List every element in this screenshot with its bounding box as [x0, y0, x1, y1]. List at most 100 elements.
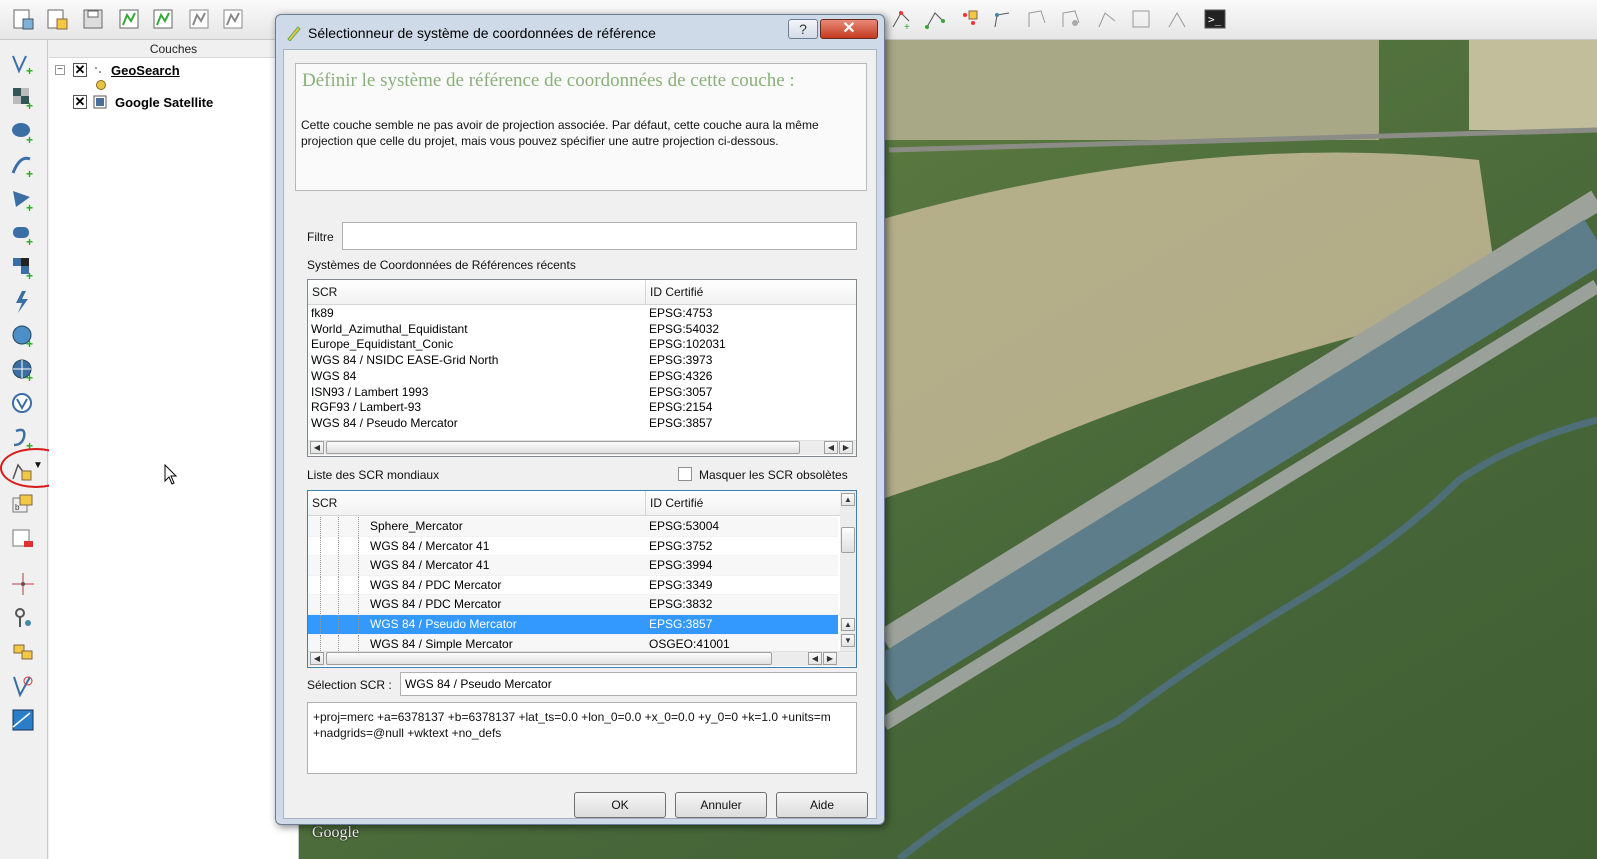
- edit-node-icon[interactable]: [922, 6, 948, 32]
- add-delimited-text-layer-icon[interactable]: [8, 390, 38, 418]
- recent-crs-row[interactable]: WGS 84 / Pseudo Mercator EPSG:3857: [308, 416, 856, 432]
- node-tool-icon[interactable]: [8, 604, 38, 632]
- scrollbar-thumb[interactable]: [841, 527, 855, 553]
- new-project-icon[interactable]: [10, 6, 36, 32]
- layer-visibility-checkbox[interactable]: ✕: [73, 63, 87, 77]
- column-header-id[interactable]: ID Certifié: [646, 280, 856, 305]
- georeferencer-icon[interactable]: [8, 706, 38, 734]
- world-crs-row[interactable]: WGS 84 / PDC Mercator EPSG:3349: [308, 575, 838, 596]
- remove-layer-icon[interactable]: [8, 526, 38, 554]
- crs-name: Sphere_Mercator: [370, 519, 463, 533]
- add-raster-layer-icon[interactable]: +: [8, 84, 38, 112]
- scrollbar-thumb[interactable]: [326, 441, 800, 454]
- world-crs-row[interactable]: WGS 84 / PDC Mercator EPSG:3832: [308, 595, 838, 615]
- tree-guide: [338, 536, 339, 556]
- recent-crs-row[interactable]: fk89 EPSG:4753: [308, 306, 856, 322]
- scroll-up-icon[interactable]: ▲: [841, 618, 855, 631]
- horizontal-scrollbar[interactable]: ◀ ◀ ▶: [308, 440, 856, 455]
- move-label-icon[interactable]: [8, 638, 38, 666]
- add-spatialite-layer-icon[interactable]: +: [8, 152, 38, 180]
- add-oracle-layer-icon[interactable]: +: [8, 220, 38, 248]
- tree-guide: [358, 536, 359, 556]
- tree-guide: [358, 556, 359, 575]
- new-spatialite-layer-icon[interactable]: b: [8, 492, 38, 520]
- world-crs-row[interactable]: WGS 84 / Mercator 41 EPSG:3994: [308, 556, 838, 576]
- python-console-icon[interactable]: >_: [1202, 6, 1228, 32]
- layer-google-satellite[interactable]: ✕ Google Satellite: [55, 92, 213, 112]
- scroll-down-icon[interactable]: ▼: [841, 634, 855, 647]
- digitize-tool-icon[interactable]: [8, 672, 38, 700]
- chevron-down-icon[interactable]: ▼: [33, 460, 43, 471]
- filter-label: Filtre: [307, 230, 334, 244]
- scroll-left-icon[interactable]: ◀: [310, 652, 324, 665]
- world-crs-row[interactable]: Sphere_Mercator EPSG:53004: [308, 517, 838, 537]
- column-header-id[interactable]: ID Certifié: [646, 491, 842, 516]
- crs-id: EPSG:4326: [649, 368, 713, 383]
- world-crs-row[interactable]: WGS 84 / Simple Mercator OSGEO:41001: [308, 634, 838, 651]
- recent-crs-row[interactable]: Europe_Equidistant_Conic EPSG:102031: [308, 337, 856, 353]
- svg-text:+: +: [26, 269, 33, 281]
- rotate-symbols-icon[interactable]: [1094, 6, 1120, 32]
- scroll-left-icon[interactable]: ◀: [824, 441, 838, 454]
- add-postgis-layer-icon[interactable]: +: [8, 118, 38, 146]
- simplify-icon[interactable]: [1164, 6, 1190, 32]
- scroll-left-icon[interactable]: ◀: [808, 652, 822, 665]
- recent-crs-row[interactable]: WGS 84 / NSIDC EASE-Grid North EPSG:3973: [308, 353, 856, 369]
- recent-crs-row[interactable]: WGS 84 EPSG:4326: [308, 369, 856, 385]
- world-crs-row[interactable]: WGS 84 / Pseudo Mercator EPSG:3857: [308, 615, 838, 635]
- move-node-icon[interactable]: [956, 6, 982, 32]
- dialog-titlebar[interactable]: Sélectionneur de système de coordonnées …: [276, 15, 884, 49]
- scroll-right-icon[interactable]: ▶: [839, 441, 853, 454]
- layer-geosearch[interactable]: − ✕ GeoSearch: [55, 60, 180, 80]
- scroll-up-icon[interactable]: ▲: [841, 493, 855, 506]
- split-features-icon[interactable]: [1024, 6, 1050, 32]
- layer-visibility-checkbox[interactable]: ✕: [73, 95, 87, 109]
- column-header-scr[interactable]: SCR: [308, 491, 646, 516]
- reshape-icon[interactable]: [990, 6, 1016, 32]
- vertical-scrollbar[interactable]: ▲ ▲ ▼: [840, 491, 856, 651]
- recent-crs-row[interactable]: World_Azimuthal_Equidistant EPSG:54032: [308, 322, 856, 338]
- crs-name: WGS 84: [311, 368, 357, 383]
- scrollbar-thumb[interactable]: [326, 652, 772, 665]
- add-db2-layer-icon[interactable]: +: [8, 254, 38, 282]
- crs-name: WGS 84 / PDC Mercator: [370, 597, 502, 612]
- help-button[interactable]: Aide: [776, 792, 868, 818]
- save-project-icon[interactable]: [80, 6, 106, 32]
- intro-panel: Définir le système de référence de coord…: [295, 63, 867, 191]
- cancel-button[interactable]: Annuler: [675, 792, 767, 818]
- filter-input[interactable]: [342, 222, 857, 250]
- layers-panel: Couches − ✕ GeoSearch ✕ Google Satellite: [49, 40, 299, 859]
- add-vector-layer-icon[interactable]: +: [8, 50, 38, 78]
- scroll-left-icon[interactable]: ◀: [310, 441, 324, 454]
- crs-name: RGF93 / Lambert-93: [311, 400, 422, 415]
- merge-features-icon[interactable]: [1058, 6, 1084, 32]
- help-icon[interactable]: ?: [788, 19, 818, 39]
- ok-button[interactable]: OK: [574, 792, 666, 818]
- add-virtual-layer-icon[interactable]: +: [8, 424, 38, 452]
- add-node-icon[interactable]: +: [888, 6, 914, 32]
- pan-crosshair-icon[interactable]: [8, 570, 38, 598]
- add-wms-layer-icon[interactable]: [8, 288, 38, 316]
- world-crs-row[interactable]: WGS 84 / Mercator 41 EPSG:3752: [308, 536, 838, 557]
- add-wcs-layer-icon[interactable]: +: [8, 322, 38, 350]
- horizontal-scrollbar[interactable]: ◀ ◀ ▶: [308, 651, 856, 666]
- print-composer-icon[interactable]: [220, 6, 246, 32]
- scroll-right-icon[interactable]: ▶: [823, 652, 837, 665]
- crs-name: World_Azimuthal_Equidistant: [311, 321, 468, 336]
- hide-deprecated-checkbox[interactable]: [678, 467, 692, 481]
- map-composer-icon[interactable]: [116, 6, 142, 32]
- collapse-icon[interactable]: −: [55, 65, 65, 75]
- tree-guide: [320, 615, 321, 634]
- new-composer-icon[interactable]: [150, 6, 176, 32]
- open-project-icon[interactable]: [44, 6, 70, 32]
- recent-crs-row[interactable]: RGF93 / Lambert-93 EPSG:2154: [308, 400, 856, 416]
- add-mssql-layer-icon[interactable]: +: [8, 186, 38, 214]
- svg-text:+: +: [26, 64, 33, 77]
- column-header-scr[interactable]: SCR: [308, 280, 646, 305]
- recent-crs-row[interactable]: ISN93 / Lambert 1993 EPSG:3057: [308, 385, 856, 401]
- offset-curve-icon[interactable]: [1128, 6, 1154, 32]
- close-icon[interactable]: ✕: [820, 19, 878, 39]
- composer-manager-icon[interactable]: [186, 6, 212, 32]
- add-wfs-layer-icon[interactable]: +: [8, 356, 38, 384]
- crs-name: ISN93 / Lambert 1993: [311, 384, 429, 399]
